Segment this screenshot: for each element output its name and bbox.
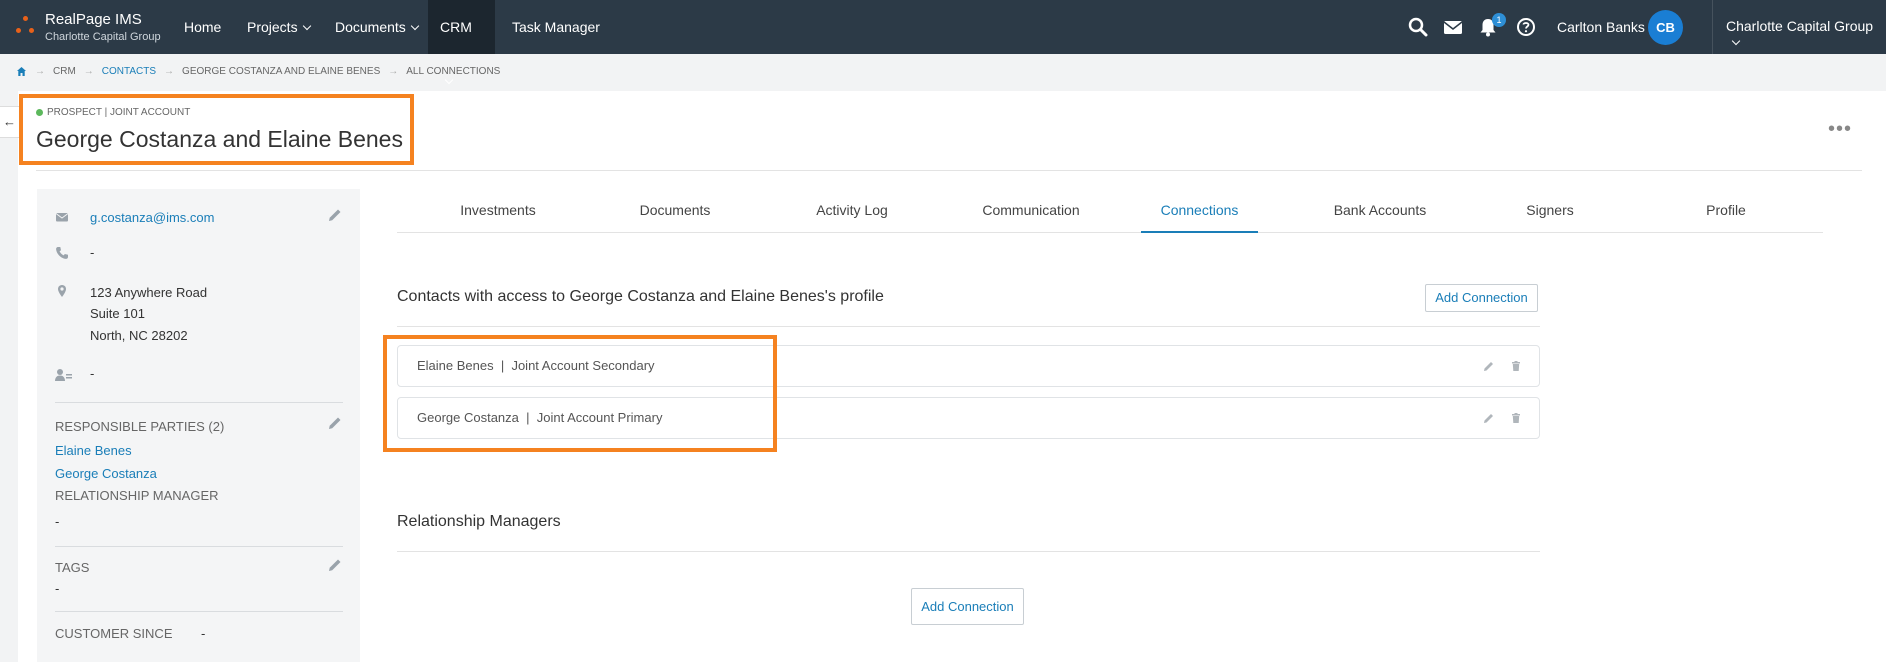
mail-icon[interactable] [1443,17,1463,37]
customer-since-label: CUSTOMER SINCE [55,626,173,641]
breadcrumb-crm[interactable]: CRM [53,66,76,77]
relationship-managers-heading: Relationship Managers [397,513,561,530]
customer-since-value: - [201,626,206,641]
responsible-party-link[interactable]: Elaine Benes [55,440,132,461]
avatar[interactable]: CB [1648,10,1683,45]
user-name[interactable]: Carlton Banks [1557,19,1645,35]
responsible-party-link[interactable]: George Costanza [55,463,157,484]
chevron-down-icon [1731,36,1741,46]
address-line-1: 123 Anywhere Road [90,285,208,300]
tab-communication[interactable]: Communication [961,192,1101,233]
tab-activity-log[interactable]: Activity Log [794,192,910,233]
breadcrumb-arrow-icon: → [164,66,175,77]
tab-investments[interactable]: Investments [440,192,556,233]
tags-label: TAGS [55,560,90,575]
mail-icon [55,213,69,222]
section-divider [397,551,1540,552]
edit-pencil-icon[interactable] [327,207,343,223]
nav-projects[interactable]: Projects [235,0,322,54]
breadcrumb: → CRM → CONTACTS → GEORGE COSTANZA AND E… [16,66,508,77]
tab-signers[interactable]: Signers [1497,192,1603,233]
tab-bank-accounts[interactable]: Bank Accounts [1317,192,1443,233]
breadcrumb-contact[interactable]: GEORGE COSTANZA AND ELAINE BENES [182,66,380,77]
contact-person-value: - [90,366,95,381]
breadcrumb-arrow-icon: → [83,66,94,77]
org-name: Charlotte Capital Group [45,31,161,43]
section-divider [397,326,1540,327]
edit-pencil-icon[interactable] [1483,412,1495,424]
breadcrumb-arrow-icon: → [388,66,399,77]
relationship-manager-value: - [55,514,60,529]
tab-connections[interactable]: Connections [1141,192,1258,233]
responsible-parties-label: RESPONSIBLE PARTIES (2) [55,419,225,434]
breadcrumb-contacts[interactable]: CONTACTS [102,66,156,77]
tab-documents[interactable]: Documents [617,192,733,233]
trash-icon[interactable] [1510,412,1522,424]
edit-pencil-icon[interactable] [327,557,343,573]
location-pin-icon [58,285,66,297]
top-navbar: RealPage IMS Charlotte Capital Group Hom… [0,0,1886,85]
address-line-2: Suite 101 [90,306,145,321]
nav-crm[interactable]: CRM [428,0,495,85]
edit-pencil-icon[interactable] [327,415,343,431]
nav-divider [1712,0,1713,54]
nav-home[interactable]: Home [172,0,233,54]
trash-icon[interactable] [1510,360,1522,372]
email-link[interactable]: g.costanza@ims.com [90,207,214,228]
help-icon[interactable] [1516,17,1536,37]
back-arrow-icon[interactable]: ← [0,106,20,138]
divider [55,546,343,547]
contact-details-panel: g.costanza@ims.com - 123 Anywhere Road S… [37,189,360,662]
chevron-down-icon [444,75,454,85]
contact-person-icon [55,369,72,381]
address-line-3: North, NC 28202 [90,328,188,343]
tab-profile[interactable]: Profile [1671,192,1781,233]
tags-value: - [55,581,60,596]
add-relationship-manager-button[interactable]: Add Connection [911,588,1024,625]
chevron-down-icon [302,21,311,31]
chevron-down-icon [410,21,420,31]
logo-icon[interactable] [14,16,38,40]
more-options-icon[interactable]: ••• [1828,118,1852,141]
breadcrumb-current: ALL CONNECTIONS [406,66,501,77]
edit-pencil-icon[interactable] [1483,360,1495,372]
company-switcher[interactable]: Charlotte Capital Group [1726,18,1886,50]
divider [55,402,343,403]
phone-icon [56,247,68,259]
breadcrumb-arrow-icon: → [35,66,45,77]
nav-documents[interactable]: Documents [323,0,430,54]
phone-value: - [90,245,95,260]
header-divider [36,170,1862,171]
app-name: RealPage IMS [45,11,142,28]
relationship-manager-label: RELATIONSHIP MANAGER [55,488,219,503]
connections-heading: Contacts with access to George Costanza … [397,288,884,305]
home-icon[interactable] [16,66,27,77]
highlight-box [383,335,777,452]
add-connection-button[interactable]: Add Connection [1425,284,1538,312]
contact-tabs: Investments Documents Activity Log Commu… [397,192,1823,233]
notification-badge: 1 [1492,13,1506,27]
search-icon[interactable] [1408,17,1428,37]
highlight-box [19,94,414,165]
nav-task-manager[interactable]: Task Manager [500,0,612,54]
divider [55,611,343,612]
